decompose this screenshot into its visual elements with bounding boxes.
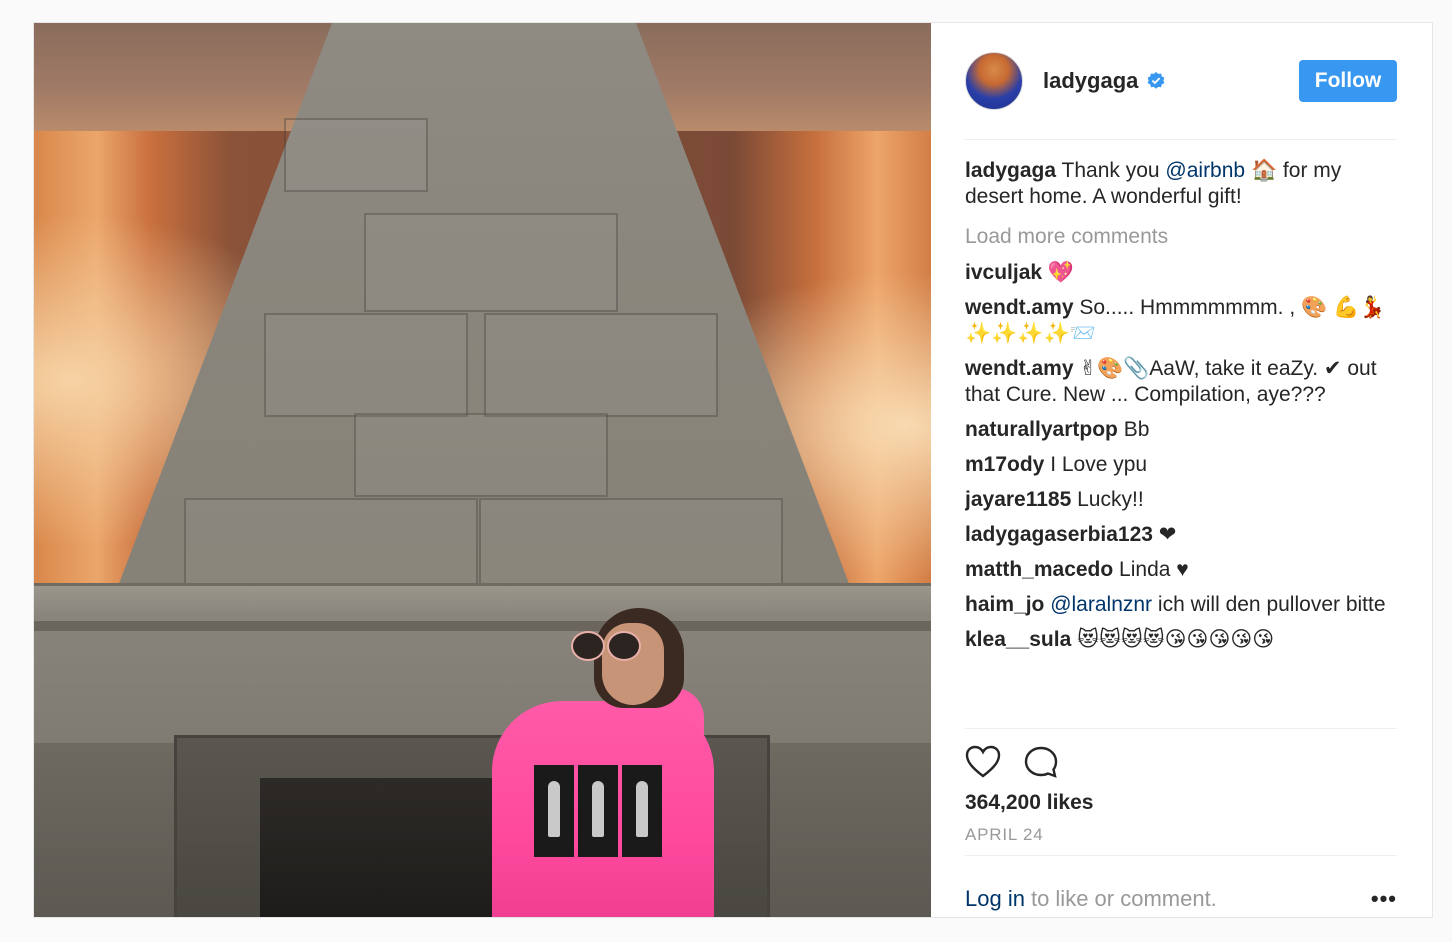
comment-username[interactable]: m17ody [965, 453, 1044, 476]
comment-username[interactable]: wendt.amy [965, 296, 1074, 319]
photo-stone [264, 313, 468, 417]
photo-sunglasses [571, 631, 643, 661]
avatar[interactable] [965, 52, 1023, 110]
login-prompt-text: to like or comment. [1030, 886, 1217, 911]
heart-icon[interactable] [965, 745, 1001, 779]
photo-stone [484, 313, 718, 417]
load-more-comments[interactable]: Load more comments [965, 224, 1397, 250]
comment-username[interactable]: ladygagaserbia123 [965, 523, 1153, 546]
comments-list: ladygaga Thank you @airbnb 🏠 for my dese… [965, 140, 1397, 728]
caption-username[interactable]: ladygaga [965, 159, 1056, 182]
comment-username[interactable]: haim_jo [965, 593, 1044, 616]
more-options-icon[interactable]: ••• [1371, 886, 1397, 912]
comment: naturallyartpop Bb [965, 417, 1397, 443]
photo-stone [184, 498, 478, 592]
comment: wendt.amy ✌🎨📎AaW, take it eaZy. ✔ out th… [965, 356, 1397, 408]
comment: jayare1185 Lucky!! [965, 487, 1397, 513]
comment-text: ❤ [1152, 523, 1177, 546]
caption-text: Thank you [1056, 159, 1166, 182]
photo-stone [284, 118, 428, 192]
photo-stone [364, 213, 618, 312]
photo-stone [354, 413, 608, 497]
caption-mention[interactable]: @airbnb [1165, 159, 1245, 182]
comment: m17ody I Love ypu [965, 452, 1397, 478]
post-header: ladygaga Follow [965, 23, 1397, 140]
post-side-panel: ladygaga Follow ladygaga Thank you @airb… [931, 23, 1432, 917]
photo-stone [479, 498, 783, 592]
comment-username[interactable]: ivculjak [965, 261, 1042, 284]
comment-mention[interactable]: @laralnznr [1050, 593, 1152, 616]
comment-text: I Love ypu [1044, 453, 1148, 476]
caption: ladygaga Thank you @airbnb 🏠 for my dese… [965, 158, 1397, 210]
photo-cornice [34, 621, 931, 631]
comment: klea__sula 😻😻😻😻😘😘😘😘😘 [965, 627, 1397, 653]
likes-count[interactable]: 364,200 likes [965, 791, 1397, 815]
post-actions [965, 728, 1397, 785]
comment-username[interactable]: jayare1185 [965, 488, 1071, 511]
login-link[interactable]: Log in [965, 886, 1025, 912]
comment: ivculjak 💖 [965, 260, 1397, 286]
post-date: APRIL 24 [965, 825, 1397, 856]
photo-hoodie-print [622, 765, 662, 857]
photo-hoodie-print [578, 765, 618, 857]
post-card: ladygaga Follow ladygaga Thank you @airb… [33, 22, 1433, 918]
comment-username[interactable]: klea__sula [965, 628, 1071, 651]
comment-username[interactable]: naturallyartpop [965, 418, 1118, 441]
comment-username[interactable]: wendt.amy [965, 357, 1074, 380]
photo-mantel [34, 583, 931, 746]
comment-icon[interactable] [1023, 745, 1059, 779]
follow-button[interactable]: Follow [1299, 60, 1397, 102]
post-photo[interactable] [34, 23, 931, 917]
comment: wendt.amy So..... Hmmmmmmm. , 🎨 💪💃✨✨✨✨📨 [965, 295, 1397, 347]
photo-hoodie-print [534, 765, 574, 857]
comment: matth_macedo Linda ♥ [965, 557, 1397, 583]
login-prompt: Log in to like or comment. ••• [965, 856, 1397, 942]
comment: haim_jo @laralnznr ich will den pullover… [965, 592, 1397, 618]
author-username[interactable]: ladygaga [1043, 68, 1165, 94]
comment-text: 💖 [1042, 261, 1075, 284]
comment-text: ich will den pullover bitte [1152, 593, 1386, 616]
comment-text: Linda ♥ [1113, 558, 1189, 581]
comment-username[interactable]: matth_macedo [965, 558, 1113, 581]
comment-text: 😻😻😻😻😘😘😘😘😘 [1071, 628, 1275, 651]
comment: ladygagaserbia123 ❤ [965, 522, 1397, 548]
comment-text: Lucky!! [1071, 488, 1144, 511]
verified-icon [1148, 72, 1165, 89]
comment-text: Bb [1117, 418, 1150, 441]
